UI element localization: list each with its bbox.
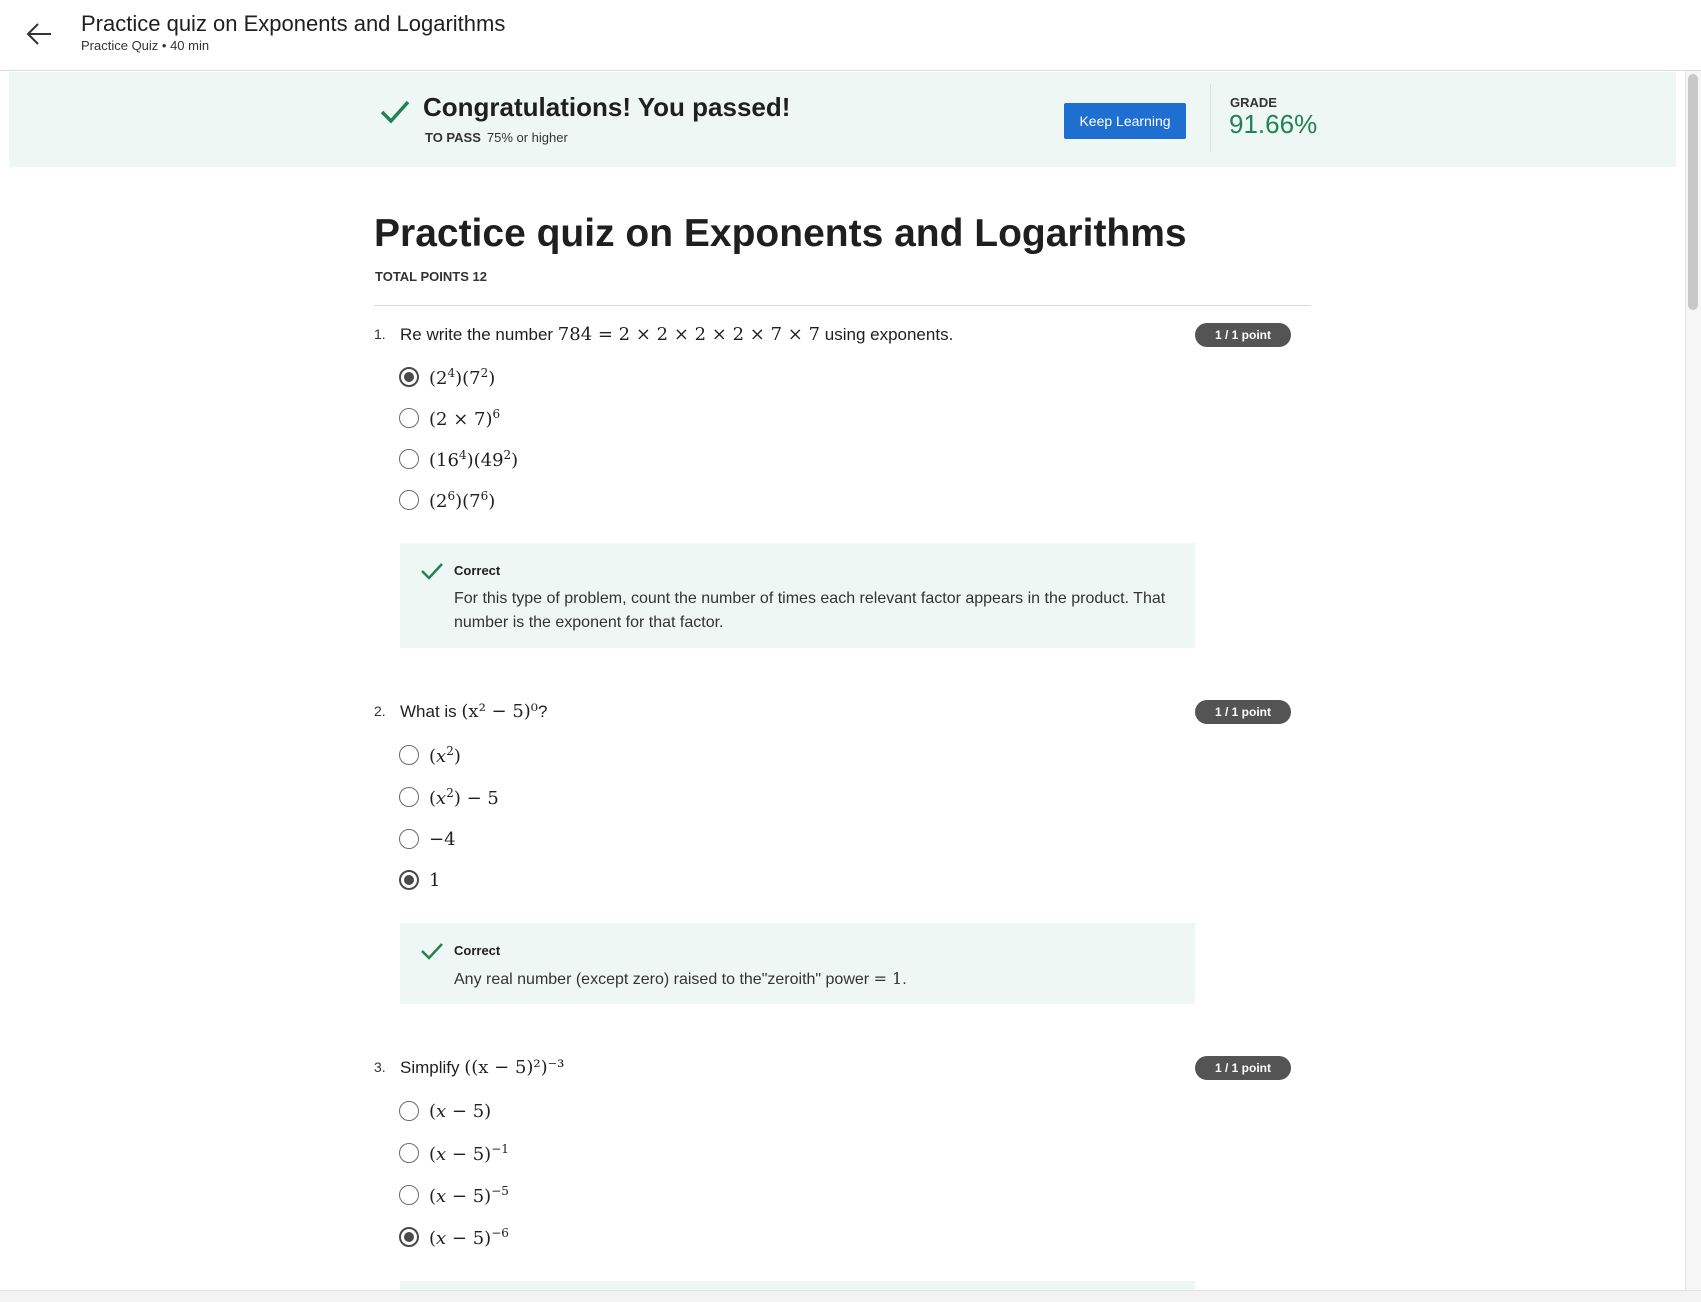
option-label: (x2) − 5 bbox=[429, 785, 499, 809]
question-text: What is (x² − 5)⁰? bbox=[400, 701, 547, 722]
radio-button[interactable] bbox=[399, 1185, 419, 1205]
question-text-before: What is bbox=[400, 702, 462, 721]
to-pass-value: 75% or higher bbox=[486, 130, 568, 145]
scrollbar-thumb[interactable] bbox=[1688, 74, 1698, 310]
radio-button[interactable] bbox=[399, 787, 419, 807]
question-number: 2. bbox=[374, 703, 386, 719]
question-text: Re write the number 784 = 2 × 2 × 2 × 2 … bbox=[400, 324, 953, 345]
answer-option[interactable]: (x − 5)−5 bbox=[399, 1182, 509, 1208]
feedback-text: Any real number (except zero) raised to … bbox=[454, 967, 1179, 992]
feedback-math: = 1 bbox=[873, 969, 903, 988]
question-math: 784 = 2 × 2 × 2 × 2 × 7 × 7 bbox=[557, 324, 821, 345]
option-label: (x − 5)−5 bbox=[429, 1183, 509, 1207]
feedback-title: Correct bbox=[454, 943, 501, 958]
radio-button[interactable] bbox=[399, 1101, 419, 1121]
radio-button[interactable] bbox=[399, 1143, 419, 1163]
grade-label: GRADE bbox=[1230, 95, 1277, 110]
points-badge: 1 / 1 point bbox=[1195, 1056, 1291, 1080]
radio-button[interactable] bbox=[399, 408, 419, 428]
answer-option[interactable]: (x − 5) bbox=[399, 1098, 491, 1124]
feedback-text-before: Any real number (except zero) raised to … bbox=[454, 971, 874, 988]
points-badge: 1 / 1 point bbox=[1195, 700, 1291, 724]
radio-button-selected[interactable] bbox=[399, 1227, 419, 1247]
answer-option[interactable]: (164)(492) bbox=[399, 446, 518, 472]
header-title: Practice quiz on Exponents and Logarithm… bbox=[81, 11, 506, 36]
option-label: (x − 5)−6 bbox=[429, 1225, 509, 1249]
option-label: (26)(76) bbox=[429, 488, 496, 512]
check-icon bbox=[380, 100, 410, 124]
question-text-before: Re write the number bbox=[400, 325, 558, 344]
total-points: TOTAL POINTS 12 bbox=[375, 269, 487, 284]
banner-divider bbox=[1210, 84, 1211, 152]
header-subtitle: Practice Quiz • 40 min bbox=[81, 38, 210, 53]
option-label: −4 bbox=[429, 828, 456, 850]
check-icon bbox=[421, 943, 443, 960]
feedback-box: Correct For this type of problem, count … bbox=[400, 543, 1195, 648]
check-icon bbox=[421, 563, 443, 580]
answer-option[interactable]: (x2) bbox=[399, 742, 461, 768]
question-math: (x² − 5)⁰ bbox=[461, 701, 539, 722]
question-text-after: using exponents. bbox=[820, 325, 954, 344]
points-badge: 1 / 1 point bbox=[1195, 323, 1291, 347]
radio-button[interactable] bbox=[399, 449, 419, 469]
feedback-text: For this type of problem, count the numb… bbox=[454, 590, 1166, 631]
feedback-text-after: . bbox=[902, 971, 907, 988]
option-label: (24)(72) bbox=[429, 365, 496, 389]
option-label: (164)(492) bbox=[429, 447, 519, 471]
option-label: (2 × 7)6 bbox=[429, 406, 501, 430]
banner-title: Congratulations! You passed! bbox=[423, 92, 791, 122]
pass-banner: Congratulations! You passed! TO PASS 75% … bbox=[9, 72, 1676, 167]
answer-option[interactable]: (x − 5)−1 bbox=[399, 1140, 509, 1166]
question-math: ((x − 5)²)⁻³ bbox=[464, 1057, 565, 1078]
radio-button[interactable] bbox=[399, 829, 419, 849]
answer-option[interactable]: (24)(72) bbox=[399, 364, 495, 390]
divider bbox=[374, 305, 1311, 306]
to-pass-text: TO PASS 75% or higher bbox=[425, 130, 568, 145]
top-header: Practice quiz on Exponents and Logarithm… bbox=[0, 0, 1701, 71]
radio-button-selected[interactable] bbox=[399, 367, 419, 387]
question-text: Simplify ((x − 5)²)⁻³ bbox=[400, 1057, 564, 1078]
grade-value: 91.66% bbox=[1229, 109, 1318, 139]
answer-option[interactable]: −4 bbox=[399, 826, 456, 852]
to-pass-label: TO PASS bbox=[425, 130, 481, 145]
radio-button-selected[interactable] bbox=[399, 870, 419, 890]
bottom-scrollbar bbox=[0, 1290, 1701, 1302]
feedback-box: Correct Any real number (except zero) ra… bbox=[400, 923, 1195, 1004]
answer-option[interactable]: (2 × 7)6 bbox=[399, 405, 500, 431]
answer-option[interactable]: (26)(76) bbox=[399, 487, 495, 513]
question-text-after: ? bbox=[538, 702, 548, 721]
quiz-title: Practice quiz on Exponents and Logarithm… bbox=[374, 212, 1187, 255]
question-number: 3. bbox=[374, 1059, 386, 1075]
radio-button[interactable] bbox=[399, 490, 419, 510]
answer-option[interactable]: (x2) − 5 bbox=[399, 784, 499, 810]
option-label: 1 bbox=[429, 869, 441, 891]
question-number: 1. bbox=[374, 326, 386, 342]
feedback-title: Correct bbox=[454, 563, 501, 578]
back-arrow-icon[interactable] bbox=[24, 19, 54, 49]
option-label: (x − 5) bbox=[429, 1100, 492, 1122]
keep-learning-button[interactable]: Keep Learning bbox=[1064, 103, 1186, 139]
answer-option[interactable]: (x − 5)−6 bbox=[399, 1224, 509, 1250]
option-label: (x − 5)−1 bbox=[429, 1141, 509, 1165]
radio-button[interactable] bbox=[399, 745, 419, 765]
option-label: (x2) bbox=[429, 743, 461, 767]
answer-option[interactable]: 1 bbox=[399, 867, 440, 893]
question-text-before: Simplify bbox=[400, 1058, 465, 1077]
